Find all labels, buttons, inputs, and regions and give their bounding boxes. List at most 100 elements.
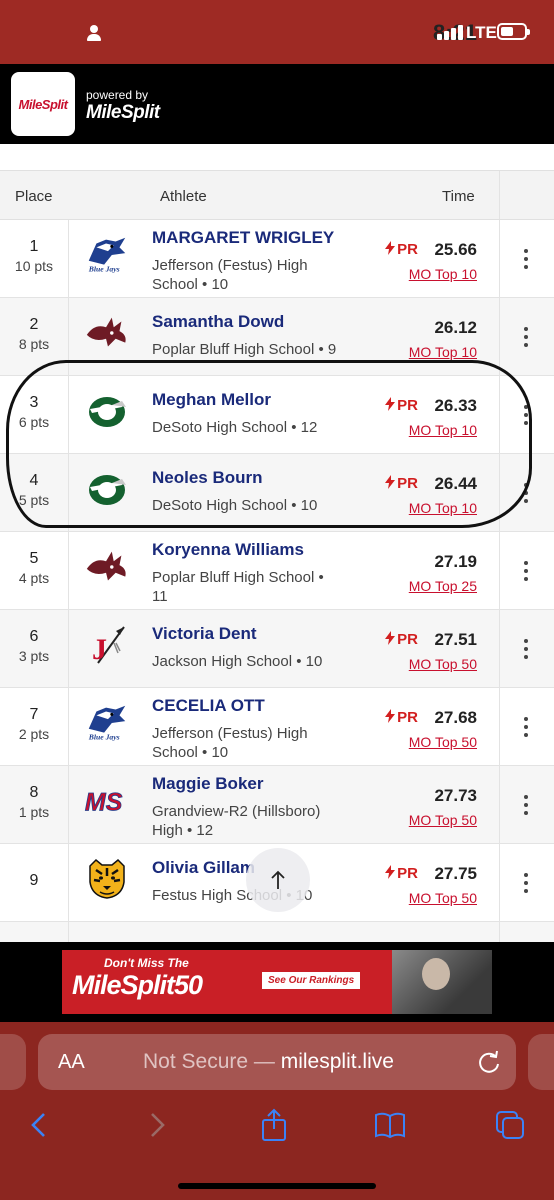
column-header-place[interactable]: Place	[15, 188, 53, 205]
row-menu-icon[interactable]	[517, 483, 535, 503]
athlete-name-link[interactable]: MARGARET WRIGLEY	[152, 228, 334, 248]
state-rank-link[interactable]: MO Top 10	[409, 422, 477, 438]
row-menu-icon[interactable]	[517, 249, 535, 269]
address-bar[interactable]: AA Not Secure — milesplit.live	[38, 1034, 516, 1090]
reader-options-button[interactable]: AA	[58, 1051, 85, 1074]
school-info[interactable]: Jefferson (Festus) High School • 10	[152, 724, 352, 762]
result-time: 27.73	[434, 786, 477, 805]
athlete-name-link[interactable]: Koryenna Williams	[152, 540, 304, 560]
school-info[interactable]: Poplar Bluff High School • 9	[152, 340, 352, 359]
table-row[interactable]: 4 5 pts Neoles Bourn DeSoto High School • 1…	[0, 454, 554, 532]
tabs-icon[interactable]	[493, 1108, 527, 1142]
table-row[interactable]: 6 3 pts J Victoria Dent Jackson High School …	[0, 610, 554, 688]
table-row[interactable]: 3 6 pts Meghan Mellor DeSoto High School • …	[0, 376, 554, 454]
school-line: Jefferson (Festus) High	[152, 725, 308, 742]
column-header-time[interactable]: Time	[442, 188, 475, 205]
status-bar: 8:21 LTE	[0, 0, 554, 64]
place-cell: 9	[0, 872, 68, 890]
share-icon[interactable]	[257, 1108, 291, 1142]
state-rank-link[interactable]: MO Top 50	[409, 812, 477, 828]
signal-icon	[437, 24, 463, 40]
school-line-2: High • 12	[152, 822, 214, 839]
athlete-name-link[interactable]: CECELIA OTT	[152, 696, 265, 716]
state-rank-link[interactable]: MO Top 25	[409, 578, 477, 594]
table-row[interactable]: 7 2 pts Blue Jays CECELIA OTT Jefferson (Fes…	[0, 688, 554, 766]
row-menu-icon[interactable]	[517, 639, 535, 659]
lightning-icon	[385, 865, 396, 879]
athlete-name-link[interactable]: Maggie Boker	[152, 774, 263, 794]
place-number: 4	[29, 472, 39, 489]
row-menu-icon[interactable]	[517, 561, 535, 581]
row-menu-icon[interactable]	[517, 873, 535, 893]
svg-text:Blue Jays: Blue Jays	[88, 264, 120, 273]
table-row[interactable]: 5 4 pts Koryenna Williams Poplar Bluff High…	[0, 532, 554, 610]
pr-label: PR	[397, 397, 418, 414]
school-line: DeSoto High School • 10	[152, 497, 318, 514]
previous-tab-edge[interactable]	[0, 1034, 26, 1090]
table-row-partial[interactable]	[0, 922, 554, 942]
athlete-name-link[interactable]: Olivia Gillam	[152, 858, 255, 878]
state-rank-link[interactable]: MO Top 10	[409, 266, 477, 282]
bookmarks-icon[interactable]	[373, 1108, 407, 1142]
column-header-athlete[interactable]: Athlete	[160, 188, 207, 205]
state-rank-link[interactable]: MO Top 50	[409, 890, 477, 906]
milesplit-logo[interactable]: MileSplit	[11, 72, 75, 136]
school-line: Poplar Bluff High School • 9	[152, 341, 337, 358]
row-menu-icon[interactable]	[517, 795, 535, 815]
ad-tagline: Don't Miss The	[104, 956, 189, 970]
bluejays-logo: Blue Jays	[88, 237, 126, 273]
points-label: 6 pts	[18, 414, 50, 430]
row-menu-icon[interactable]	[517, 717, 535, 737]
points-label: 10 pts	[14, 258, 54, 274]
pr-badge: PR	[385, 709, 418, 726]
pr-label: PR	[397, 241, 418, 258]
table-row[interactable]: 1 10 pts Blue Jays MARGARET WRIGLEY Jefferso…	[0, 220, 554, 298]
school-info[interactable]: Poplar Bluff High School • 11	[152, 568, 352, 606]
state-rank-link[interactable]: MO Top 10	[409, 500, 477, 516]
pr-badge: PR	[385, 631, 418, 648]
pr-label: PR	[397, 709, 418, 726]
browser-toolbar: AA Not Secure — milesplit.live	[0, 1022, 554, 1200]
school-info[interactable]: DeSoto High School • 12	[152, 418, 352, 437]
mules-logo	[86, 551, 126, 581]
athlete-name-link[interactable]: Victoria Dent	[152, 624, 257, 644]
state-rank-link[interactable]: MO Top 10	[409, 344, 477, 360]
lightning-icon	[385, 631, 396, 645]
place-number: 7	[29, 706, 39, 723]
athlete-name-link[interactable]: Meghan Mellor	[152, 390, 271, 410]
table-row[interactable]: 2 8 pts Samantha Dowd Poplar Bluff High Sch…	[0, 298, 554, 376]
points-label: 3 pts	[18, 648, 50, 664]
school-info[interactable]: DeSoto High School • 10	[152, 496, 352, 515]
scroll-to-top-button[interactable]	[246, 848, 310, 912]
place-cell: 7 2 pts	[0, 706, 68, 742]
table-row[interactable]: 8 1 pts MS Maggie Boker Grandview-R2 (Hillsb…	[0, 766, 554, 844]
team-logo	[83, 465, 131, 513]
next-tab-edge[interactable]	[528, 1034, 554, 1090]
battery-icon	[497, 23, 530, 40]
place-cell: 6 3 pts	[0, 628, 68, 664]
row-menu-icon[interactable]	[517, 405, 535, 425]
place-cell: 5 4 pts	[0, 550, 68, 586]
state-rank-link[interactable]: MO Top 50	[409, 656, 477, 672]
domain-label: milesplit.live	[280, 1050, 394, 1073]
school-info[interactable]: Jefferson (Festus) High School • 10	[152, 256, 352, 294]
team-logo	[83, 543, 131, 591]
state-rank-link[interactable]: MO Top 50	[409, 734, 477, 750]
reload-icon[interactable]	[475, 1048, 503, 1076]
results-table: Place Athlete Time 1 10 pts Blue Jays MARGA…	[0, 144, 554, 942]
back-icon[interactable]	[22, 1108, 56, 1142]
desoto-logo	[89, 397, 126, 427]
result-time: 27.68	[434, 708, 477, 727]
school-info[interactable]: Grandview-R2 (Hillsboro) High • 12	[152, 802, 352, 840]
url-text[interactable]: Not Secure — milesplit.live	[143, 1050, 394, 1074]
ad-rankings-button[interactable]: See Our Rankings	[262, 972, 361, 989]
svg-text:J: J	[92, 633, 107, 666]
team-logo: Blue Jays	[83, 231, 131, 279]
milesplit50-ad-banner[interactable]: Don't Miss The MileSplit50 See Our Ranki…	[62, 950, 492, 1014]
school-info[interactable]: Jackson High School • 10	[152, 652, 352, 671]
athlete-name-link[interactable]: Neoles Bourn	[152, 468, 263, 488]
forward-icon[interactable]	[140, 1108, 174, 1142]
row-menu-icon[interactable]	[517, 327, 535, 347]
result-time: 27.19	[434, 552, 477, 571]
athlete-name-link[interactable]: Samantha Dowd	[152, 312, 284, 332]
